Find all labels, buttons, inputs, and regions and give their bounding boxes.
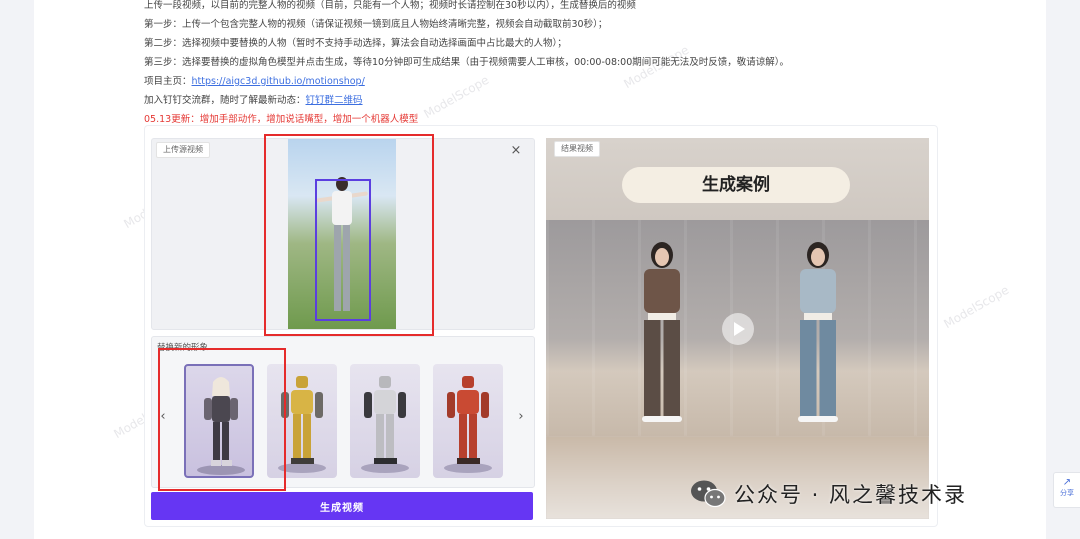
avatar-card-yellow-robot[interactable] [267, 364, 337, 478]
watermark-text: 公众号 · 风之馨技术录 [734, 483, 968, 507]
chevron-right-icon[interactable]: › [514, 409, 528, 424]
avatar-section-label: 替换新的形象 [157, 343, 209, 353]
upload-source-video-panel[interactable]: 上传源视频 × [151, 138, 535, 330]
homepage-link[interactable]: https://aigc3d.github.io/motionshop/ [192, 76, 365, 87]
avatar-card-girl[interactable] [184, 364, 254, 478]
figure-shoes [798, 416, 838, 422]
instruction-intro: 上传一段视频，以目前的完整人物的视频（目前，只能有一个人物；视频时长请控制在30… [144, 0, 636, 11]
wechat-icon-svg [691, 480, 726, 508]
case-title: 生成案例 [622, 167, 850, 203]
red-robot-icon [444, 376, 492, 473]
result-figure-brown-outfit [632, 242, 692, 422]
chevron-left-icon[interactable]: ‹ [156, 409, 170, 424]
play-icon[interactable] [722, 313, 754, 345]
instruction-step-1: 第一步：上传一个包含完整人物的视频（请保证视频一镜到底且人物始终清晰完整，视频会… [144, 19, 608, 30]
instructions: 上传一段视频，以目前的完整人物的视频（目前，只能有一个人物；视频时长请控制在30… [144, 0, 1024, 129]
wechat-watermark: 公众号 · 风之馨技术录 [690, 476, 967, 512]
instruction-step-2: 第二步：选择视频中要替换的人物（暂时不支持手动选择，算法会自动选择画面中占比最大… [144, 38, 567, 49]
homepage-label: 项目主页： [144, 76, 192, 87]
yellow-robot-icon [278, 376, 326, 473]
figure-top [800, 269, 836, 313]
figure-face [655, 248, 669, 266]
silver-robot-icon [361, 376, 409, 473]
person-detection-box [315, 179, 371, 321]
join-line: 加入钉钉交流群，随时了解最新动态：钉钉群二维码 [144, 91, 1024, 110]
generate-video-button[interactable]: 生成视频 [151, 492, 533, 520]
wechat-icon [690, 479, 726, 509]
girl-avatar-icon [197, 377, 245, 475]
figure-pants [800, 320, 836, 418]
figure-waist [804, 313, 832, 320]
figure-shoes [642, 416, 682, 422]
share-icon: ↗ [1062, 477, 1072, 488]
instruction-step-3: 第三步：选择要替换的虚拟角色模型并点击生成，等待10分钟即可生成结果（由于视频需… [144, 57, 790, 68]
join-label: 加入钉钉交流群，随时了解最新动态： [144, 95, 306, 106]
homepage-line: 项目主页：https://aigc3d.github.io/motionshop… [144, 72, 1024, 91]
avatar-card-silver-robot[interactable] [350, 364, 420, 478]
figure-face [811, 248, 825, 266]
figure-top [644, 269, 680, 313]
result-video-tag: 结果视频 [554, 141, 600, 157]
source-video-preview[interactable] [288, 139, 396, 329]
share-button[interactable]: ↗ 分享 [1053, 472, 1080, 508]
figure-pants [644, 320, 680, 418]
share-label: 分享 [1060, 489, 1074, 497]
upload-source-video-tag: 上传源视频 [156, 142, 210, 158]
avatar-card-red-robot[interactable] [433, 364, 503, 478]
close-icon[interactable]: × [508, 143, 524, 159]
figure-waist [648, 313, 676, 320]
result-figure-denim-outfit [788, 242, 848, 422]
avatar-selection-panel: 替换新的形象 ‹ › [151, 336, 535, 488]
page: ModelScope ModelScope ModelScope ModelSc… [0, 0, 1080, 539]
dingtalk-qr-link[interactable]: 钉钉群二维码 [306, 95, 363, 106]
result-video-panel[interactable]: 结果视频 生成案例 [546, 138, 929, 519]
